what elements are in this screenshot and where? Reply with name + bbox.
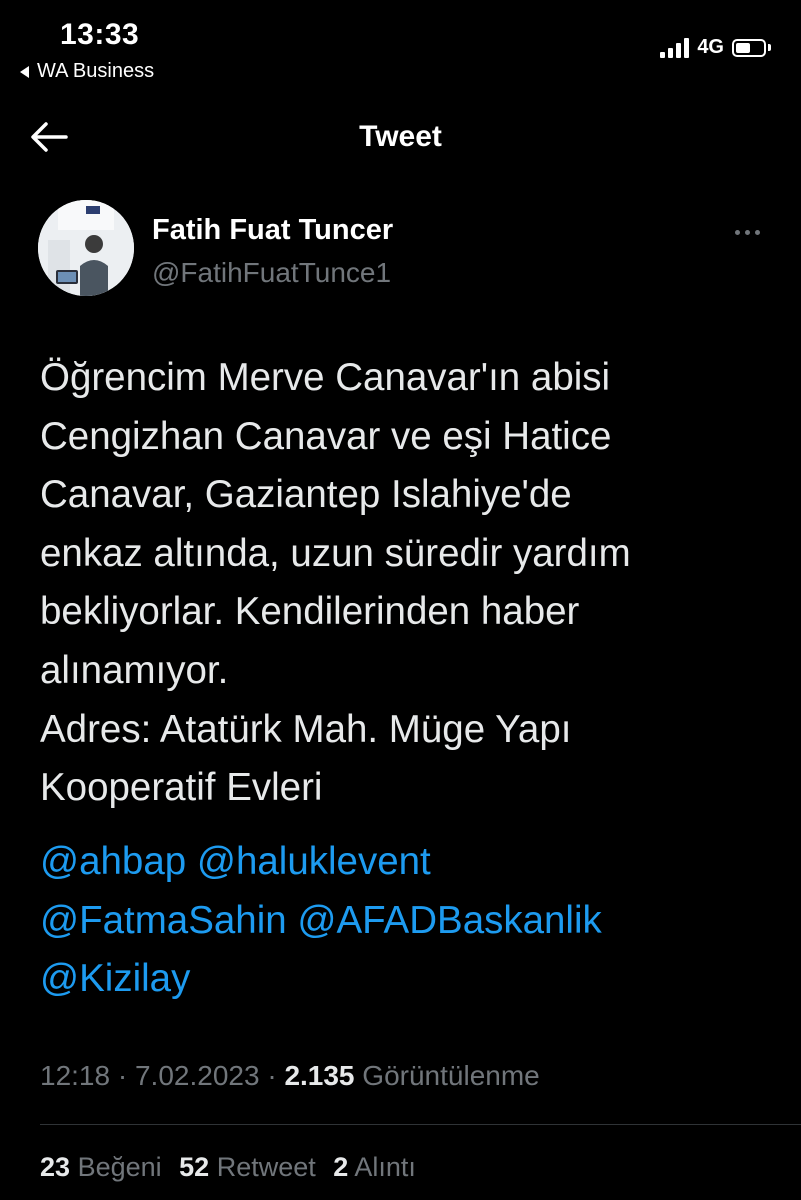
tweet-stats: 23 Beğeni 52 Retweet 2 Alıntı [40, 1152, 426, 1183]
quotes-stat[interactable]: 2 Alıntı [333, 1152, 416, 1182]
status-indicators: 4G [660, 36, 771, 59]
nav-bar: Tweet [0, 110, 801, 164]
back-to-app-link[interactable]: WA Business [20, 60, 154, 83]
tweet-date: 7.02.2023 [134, 1060, 260, 1091]
mention-link[interactable]: @haluklevent [197, 840, 431, 883]
retweets-stat[interactable]: 52 Retweet [179, 1152, 316, 1182]
avatar-photo [38, 200, 134, 296]
mention-link[interactable]: @AFADBaskanlik [297, 899, 601, 942]
divider [40, 1124, 801, 1125]
view-count: 2.135 [284, 1060, 355, 1091]
more-icon[interactable] [735, 230, 760, 235]
likes-count: 23 [40, 1152, 71, 1182]
meta-separator: · [117, 1060, 128, 1091]
page-title: Tweet [359, 120, 442, 153]
quotes-label: Alıntı [354, 1152, 416, 1182]
tweet-author: Fatih Fuat Tuncer @FatihFuatTunce1 [38, 200, 768, 300]
battery-cap [768, 44, 771, 51]
author-name[interactable]: Fatih Fuat Tuncer [152, 214, 393, 247]
tweet-meta: 12:18 · 7.02.2023 · 2.135 Görüntülenme [40, 1060, 540, 1092]
tweet-mentions: @ahbap @haluklevent @FatmaSahin @AFADBas… [40, 833, 770, 1009]
avatar[interactable] [38, 200, 134, 296]
battery-icon [732, 38, 766, 57]
likes-stat[interactable]: 23 Beğeni [40, 1152, 162, 1182]
author-handle[interactable]: @FatihFuatTunce1 [152, 257, 391, 289]
back-triangle-icon [20, 65, 29, 78]
retweets-count: 52 [179, 1152, 210, 1182]
likes-label: Beğeni [77, 1152, 162, 1182]
meta-separator: · [267, 1060, 277, 1091]
network-type: 4G [697, 36, 724, 58]
tweet-text: Öğrencim Merve Canavar'ın abisi Cengizha… [40, 356, 631, 810]
mention-link[interactable]: @Kizilay [40, 957, 190, 1000]
signal-icon [660, 37, 690, 58]
view-count-label: Görüntülenme [362, 1060, 540, 1091]
back-to-app-label: WA Business [37, 60, 155, 82]
retweets-label: Retweet [216, 1152, 316, 1182]
mention-link[interactable]: @ahbap [40, 840, 186, 883]
status-time: 13:33 [60, 18, 140, 51]
mention-link[interactable]: @FatmaSahin [40, 899, 287, 942]
tweet-time: 12:18 [40, 1060, 111, 1091]
quotes-count: 2 [333, 1152, 349, 1182]
